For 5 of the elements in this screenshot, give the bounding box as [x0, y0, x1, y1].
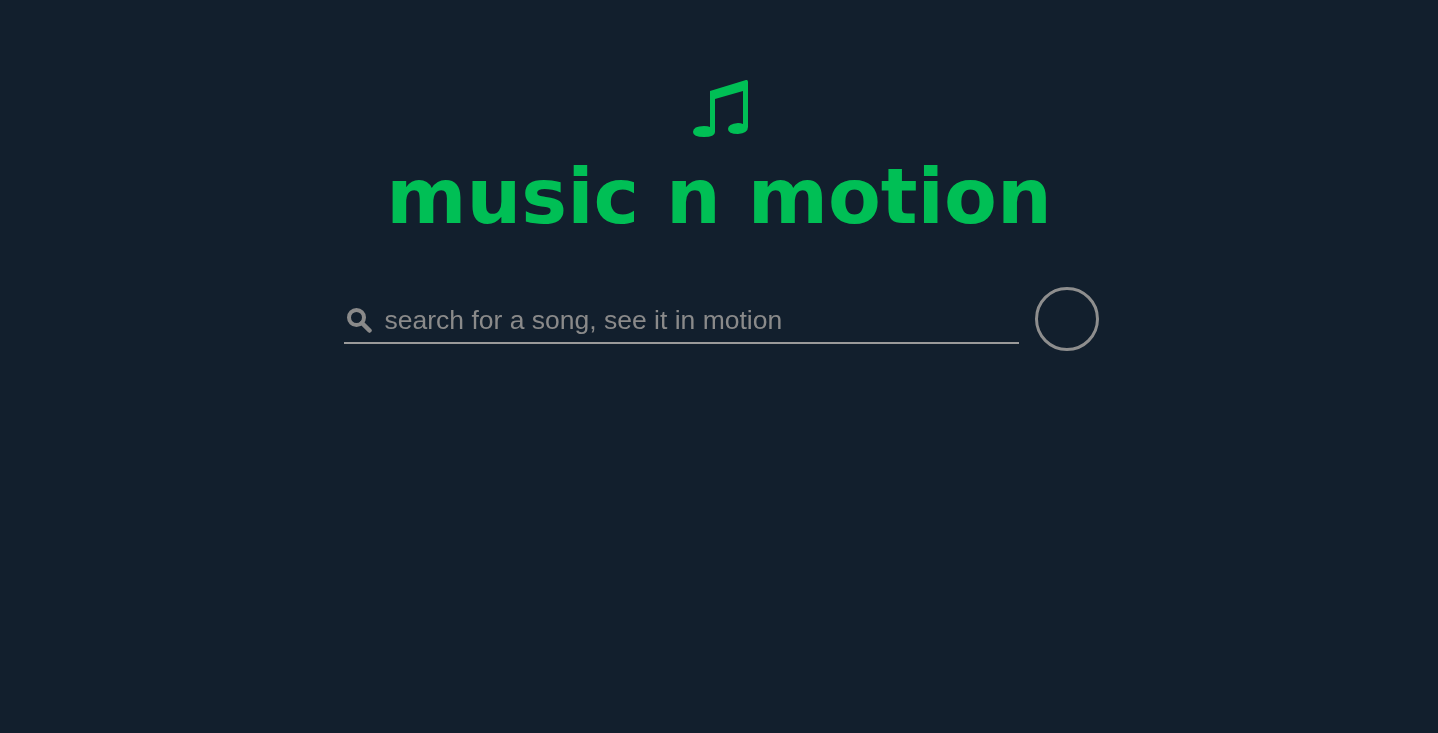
search-icon	[345, 307, 372, 333]
app-title: music n motion	[386, 151, 1052, 243]
music-note-icon	[692, 77, 748, 137]
search-field[interactable]: search for a song, see it in motion	[384, 304, 1017, 336]
round-button[interactable]	[1034, 287, 1099, 351]
